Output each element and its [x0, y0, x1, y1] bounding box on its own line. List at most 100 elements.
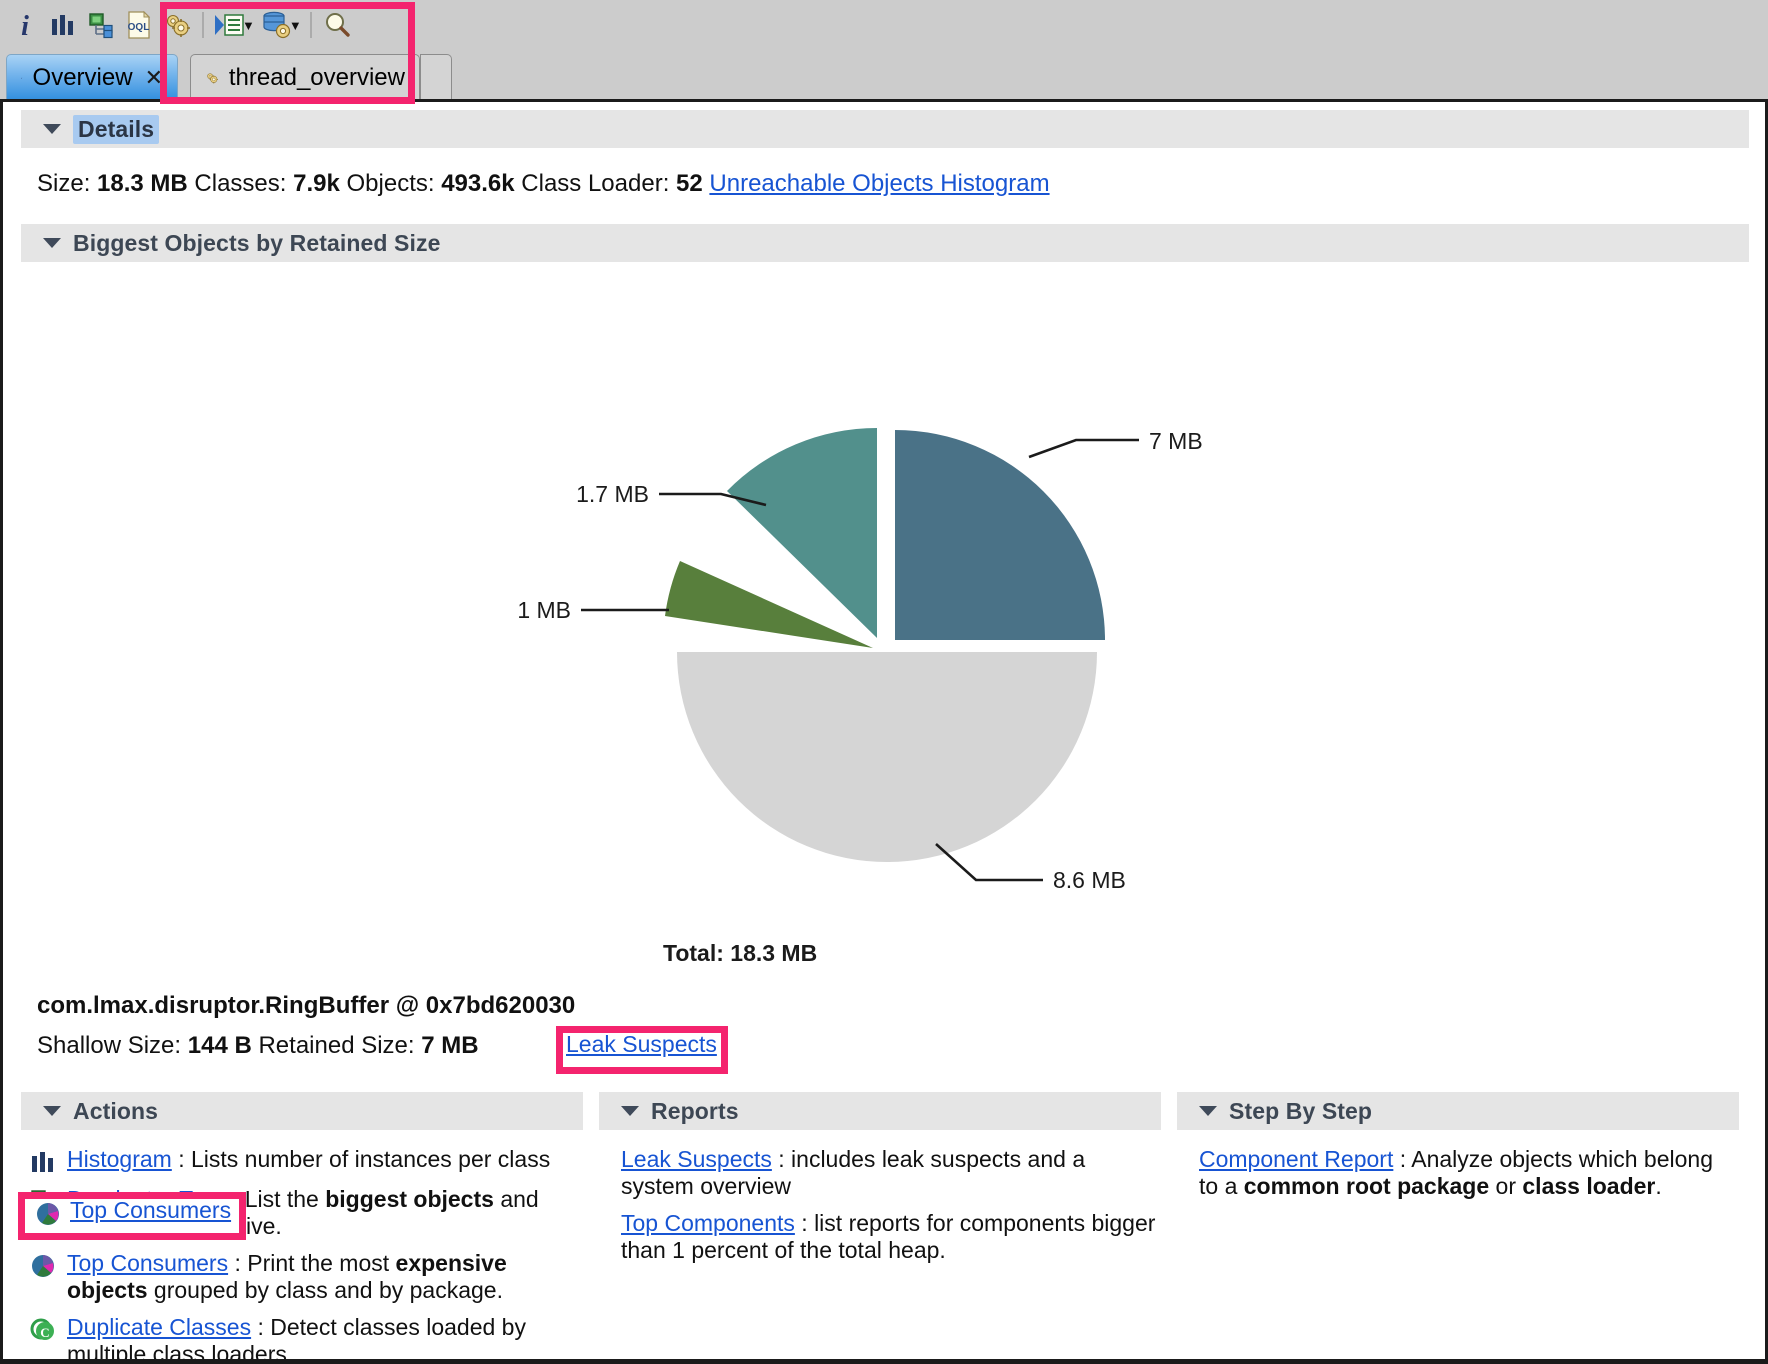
collapse-triangle-icon[interactable]	[43, 1106, 61, 1116]
reports-body: Leak Suspects : includes leak suspects a…	[599, 1130, 1161, 1264]
details-size-label: Size:	[37, 170, 90, 197]
top-components-separator: :	[795, 1210, 814, 1236]
action-item-duplicate-classes[interactable]: C Duplicate Classes : Detect classes loa…	[29, 1314, 579, 1364]
highlight-top-consumers-label[interactable]: Top Consumers	[70, 1197, 231, 1224]
oql-icon[interactable]: OQL	[120, 6, 158, 44]
tab-overview[interactable]: i Overview ✕	[6, 54, 178, 101]
top-consumers-icon	[34, 1200, 62, 1228]
pie-label-8-6mb: 8.6 MB	[1053, 867, 1126, 893]
histogram-link[interactable]: Histogram	[67, 1146, 172, 1172]
leader-line-7mb	[1029, 440, 1139, 457]
report-item-top-components[interactable]: Top Components : list reports for compon…	[607, 1210, 1157, 1264]
details-section: Details Size: 18.3 MB Classes: 7.9k Obje…	[21, 110, 1749, 198]
run-query-icon[interactable]	[210, 6, 248, 44]
selected-object-info: com.lmax.disruptor.RingBuffer @ 0x7bd620…	[37, 992, 575, 1060]
histogram-description: Lists number of instances per class	[191, 1146, 550, 1172]
details-size-value: 18.3 MB	[97, 170, 188, 197]
svg-text:i: i	[21, 11, 29, 40]
pie-slice-8-6mb	[677, 652, 1097, 862]
reports-header-label: Reports	[651, 1098, 739, 1125]
component-report-separator: :	[1393, 1146, 1411, 1172]
pie-slice-7mb	[895, 430, 1105, 640]
top-consumers-link[interactable]: Top Consumers	[67, 1250, 228, 1276]
collapse-triangle-icon[interactable]	[43, 238, 61, 248]
unreachable-objects-histogram-link[interactable]: Unreachable Objects Histogram	[709, 170, 1049, 197]
tab-thread-overview[interactable]: thread_overview	[190, 54, 420, 101]
histogram-icon	[29, 1148, 57, 1176]
memory-analyzer-window: i OQL	[0, 0, 1768, 1364]
biggest-objects-section: Biggest Objects by Retained Size	[21, 224, 1749, 902]
tab-overview-label: Overview	[33, 64, 133, 92]
collapse-triangle-icon[interactable]	[621, 1106, 639, 1116]
reports-panel: Reports Leak Suspects : includes leak su…	[599, 1092, 1161, 1364]
tab-strip-filler	[420, 54, 452, 101]
main-toolbar: i OQL	[0, 0, 1768, 50]
action-item-histogram[interactable]: Histogram : Lists number of instances pe…	[29, 1146, 579, 1176]
info-icon: i	[21, 66, 23, 90]
highlight-leak-suspects-label[interactable]: Leak Suspects	[566, 1031, 717, 1058]
search-icon[interactable]	[318, 6, 356, 44]
reports-section-header[interactable]: Reports	[599, 1092, 1161, 1130]
duplicate-classes-link[interactable]: Duplicate Classes	[67, 1314, 251, 1340]
details-header-label: Details	[73, 115, 159, 144]
collapse-triangle-icon[interactable]	[1199, 1106, 1217, 1116]
tab-thread-overview-label: thread_overview	[229, 64, 405, 92]
actions-body: Histogram : Lists number of instances pe…	[21, 1130, 583, 1364]
shallow-size-value: 144 B	[188, 1032, 252, 1059]
overview-content: Details Size: 18.3 MB Classes: 7.9k Obje…	[0, 102, 1768, 1364]
histogram-icon[interactable]	[44, 6, 82, 44]
action-item-top-consumers[interactable]: Top Consumers : Print the most expensive…	[29, 1250, 579, 1304]
pie-label-1mb: 1 MB	[517, 597, 571, 623]
histogram-separator: :	[172, 1146, 191, 1172]
top-components-link[interactable]: Top Components	[621, 1210, 795, 1236]
pie-label-1-7mb: 1.7 MB	[576, 481, 649, 507]
pie-chart[interactable]: 7 MB 1.7 MB 1 MB 8.6 MB	[21, 262, 1749, 902]
biggest-objects-section-header[interactable]: Biggest Objects by Retained Size	[21, 224, 1749, 262]
dominator-tree-icon[interactable]	[82, 6, 120, 44]
selected-object-sizes: Shallow Size: 144 B Retained Size: 7 MB	[37, 1032, 575, 1060]
editor-tab-bar: i Overview ✕ thread_overview	[0, 50, 1768, 102]
svg-text:OQL: OQL	[128, 22, 150, 33]
step-by-step-section-header[interactable]: Step By Step	[1177, 1092, 1739, 1130]
retained-size-label: Retained Size:	[258, 1032, 414, 1059]
top-consumers-separator: :	[228, 1250, 247, 1276]
svg-text:i: i	[21, 78, 22, 80]
details-classes-label: Classes:	[194, 170, 286, 197]
actions-panel: Actions Histogram : Lists number of inst…	[21, 1092, 583, 1364]
component-report-link[interactable]: Component Report	[1199, 1146, 1393, 1172]
bottom-panels: Actions Histogram : Lists number of inst…	[21, 1092, 1761, 1364]
calculate-retained-size-icon[interactable]	[257, 6, 295, 44]
details-class-loader-value: 52	[676, 170, 703, 197]
info-icon[interactable]: i	[6, 6, 44, 44]
duplicate-classes-icon: C	[29, 1316, 57, 1344]
step-by-step-body: Component Report : Analyze objects which…	[1177, 1130, 1739, 1200]
biggest-objects-header-label: Biggest Objects by Retained Size	[73, 230, 440, 257]
gear-icon	[205, 65, 219, 91]
svg-text:C: C	[40, 1325, 49, 1340]
details-section-header[interactable]: Details	[21, 110, 1749, 148]
thread-overview-icon[interactable]	[158, 6, 196, 44]
actions-section-header[interactable]: Actions	[21, 1092, 583, 1130]
retained-size-value: 7 MB	[421, 1032, 478, 1059]
leak-suspects-separator: :	[772, 1146, 791, 1172]
duplicate-classes-separator: :	[251, 1314, 270, 1340]
leak-suspects-link[interactable]: Leak Suspects	[621, 1146, 772, 1172]
details-classes-value: 7.9k	[293, 170, 340, 197]
toolbar-separator-2	[310, 12, 312, 38]
top-consumers-icon	[29, 1252, 57, 1280]
pie-label-7mb: 7 MB	[1149, 428, 1203, 454]
step-by-step-panel: Step By Step Component Report : Analyze …	[1177, 1092, 1739, 1364]
details-body: Size: 18.3 MB Classes: 7.9k Objects: 493…	[21, 148, 1749, 198]
tab-close-icon[interactable]: ✕	[145, 65, 163, 91]
shallow-size-label: Shallow Size:	[37, 1032, 181, 1059]
details-objects-label: Objects:	[347, 170, 435, 197]
toolbar-separator	[202, 12, 204, 38]
report-item-leak-suspects[interactable]: Leak Suspects : includes leak suspects a…	[607, 1146, 1157, 1200]
step-by-step-header-label: Step By Step	[1229, 1098, 1372, 1125]
step-item-component-report[interactable]: Component Report : Analyze objects which…	[1185, 1146, 1735, 1200]
details-class-loader-label: Class Loader:	[521, 170, 669, 197]
actions-header-label: Actions	[73, 1098, 158, 1125]
collapse-triangle-icon[interactable]	[43, 124, 61, 134]
pie-total-label: Total: 18.3 MB	[663, 940, 817, 967]
selected-object-name: com.lmax.disruptor.RingBuffer @ 0x7bd620…	[37, 992, 575, 1020]
